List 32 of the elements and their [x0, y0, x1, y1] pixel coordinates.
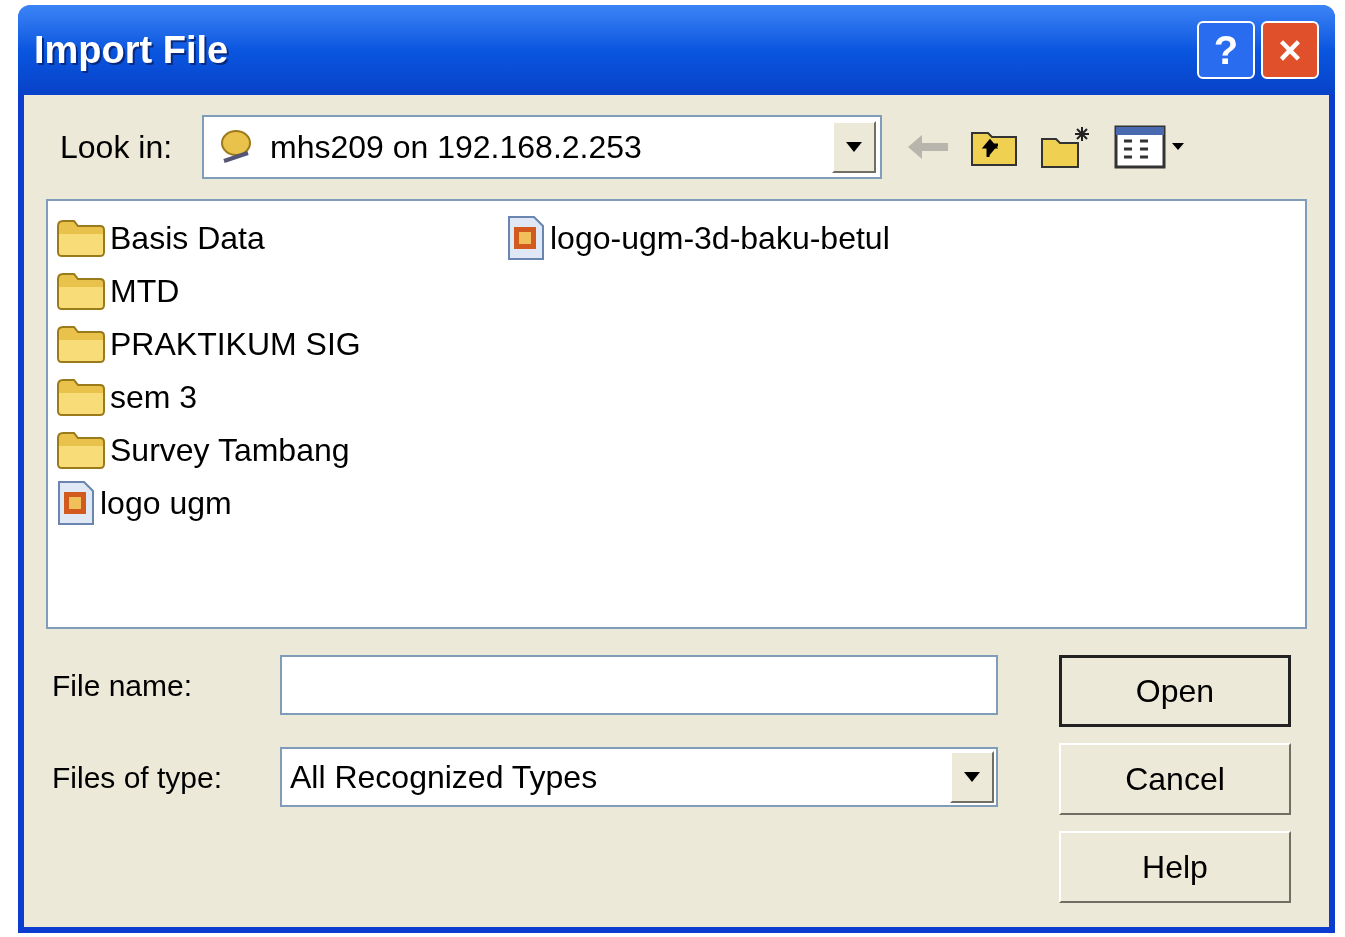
file-name-field[interactable] [280, 655, 998, 715]
dialog-button[interactable]: Open [1059, 655, 1291, 727]
file-item[interactable]: logo-ugm-3d-baku-betul [506, 211, 890, 264]
image-file-icon [56, 479, 96, 526]
caret-icon [846, 142, 862, 152]
dialog-button[interactable]: Help [1059, 831, 1291, 903]
folder-icon [56, 323, 106, 364]
file-item[interactable]: PRAKTIKUM SIG [56, 317, 361, 370]
image-file-icon [506, 214, 546, 261]
file-item[interactable]: Basis Data [56, 211, 265, 264]
look-in-dropdown[interactable]: mhs209 on 192.168.2.253 [202, 115, 882, 179]
dialog-button[interactable]: Cancel [1059, 743, 1291, 815]
file-item[interactable]: MTD [56, 264, 180, 317]
folder-icon [56, 270, 106, 311]
folder-icon [56, 376, 106, 417]
view-menu-icon[interactable] [1114, 125, 1186, 169]
file-type-dropdown[interactable]: All Recognized Types [280, 747, 998, 807]
window-title: Import File [34, 27, 230, 73]
file-item[interactable]: logo ugm [56, 476, 232, 529]
dropdown-button[interactable] [832, 121, 876, 173]
file-item[interactable]: sem 3 [56, 370, 198, 423]
new-folder-icon[interactable] [1040, 125, 1092, 169]
file-item[interactable]: Survey Tambang [56, 423, 350, 476]
caret-icon [964, 772, 980, 782]
folder-icon [56, 217, 106, 258]
dropdown-button[interactable] [950, 751, 994, 803]
file-name-label: File name: [52, 667, 194, 704]
close-button[interactable]: × [1261, 21, 1319, 79]
look-in-label: Look in: [60, 128, 174, 167]
help-button[interactable]: ? [1197, 21, 1255, 79]
folder-icon [56, 429, 106, 470]
file-type-label: Files of type: [52, 759, 224, 796]
